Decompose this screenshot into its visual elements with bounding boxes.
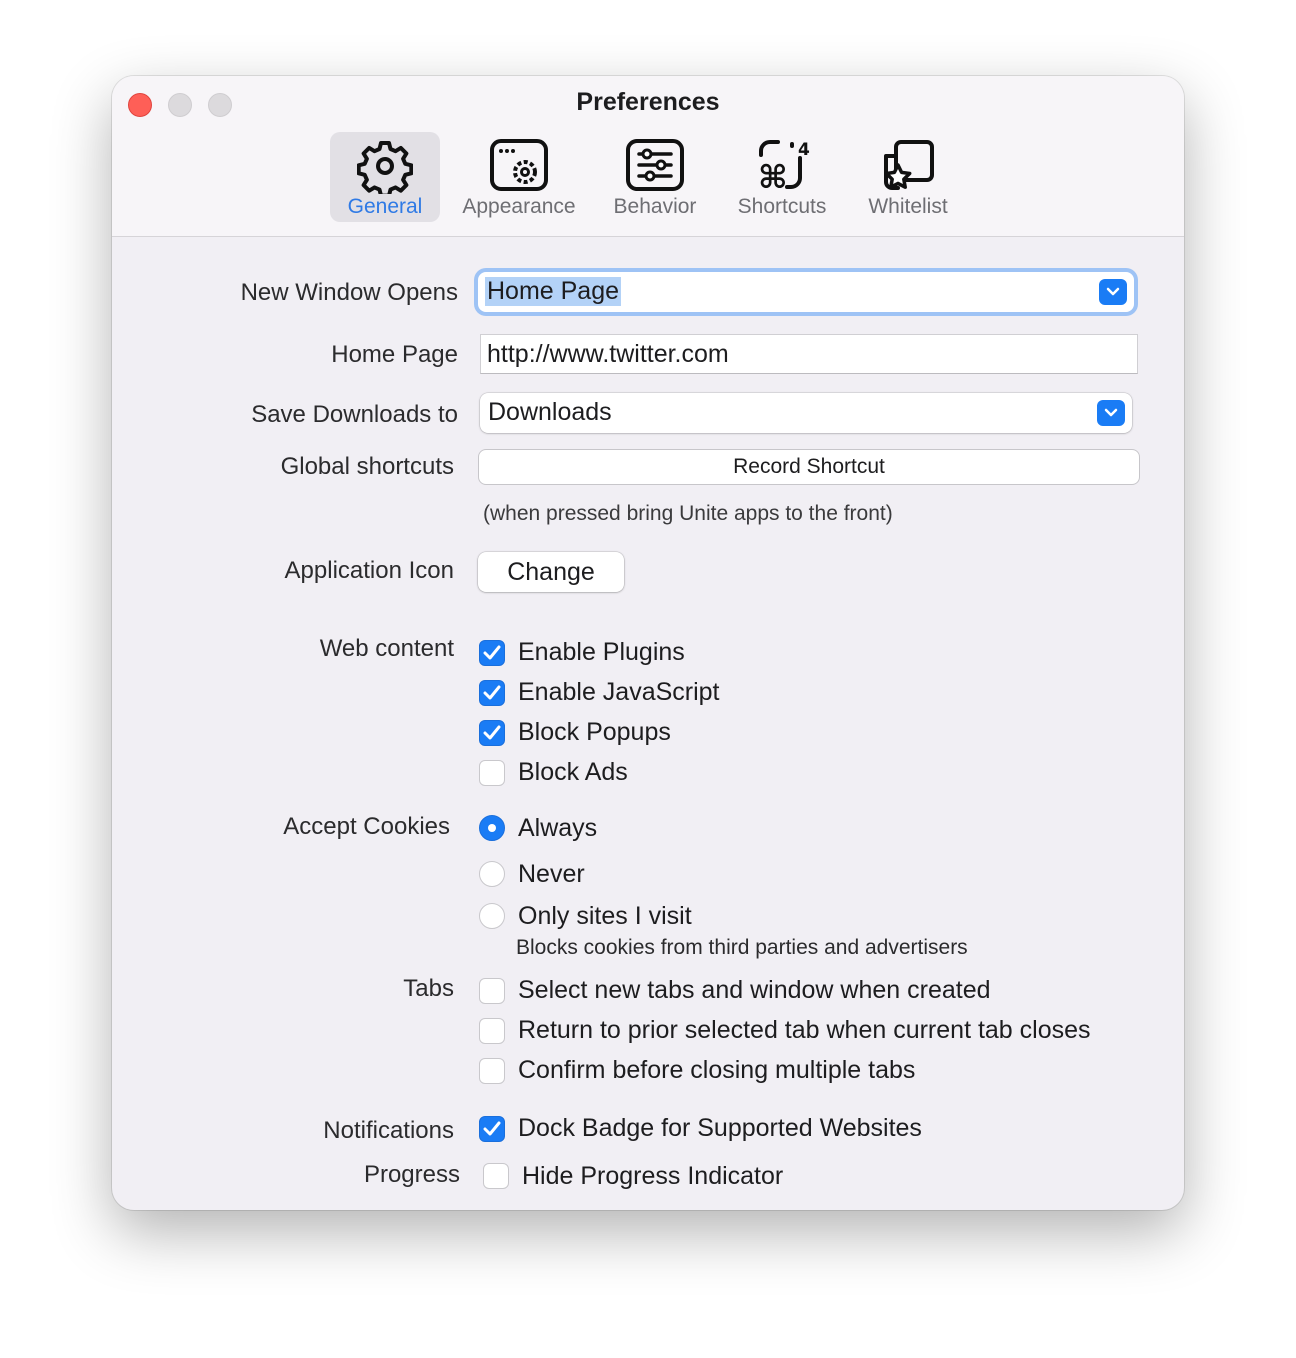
tab-general[interactable]: General [330,132,440,222]
home-page-field[interactable] [480,334,1138,374]
web-content-label: Web content [319,635,454,662]
block-ads-checkbox[interactable] [479,760,505,786]
select-new-tabs-label: Select new tabs and window when created [518,976,991,1004]
dock-badge-checkbox[interactable] [479,1116,505,1142]
chevron-down-icon [1097,400,1125,426]
tab-shortcuts[interactable]: 4 ⌘ Shortcuts [724,132,840,222]
cookies-note: Blocks cookies from third parties and ad… [516,936,968,959]
tab-shortcuts-label: Shortcuts [737,195,827,218]
title-bar: Preferences General Appearance Behavior … [112,76,1184,237]
command-key-icon: 4 ⌘ [758,140,810,194]
select-new-tabs-checkbox[interactable] [479,978,505,1004]
tabs-label: Tabs [403,975,454,1002]
home-page-label: Home Page [331,341,458,368]
return-prior-tab-label: Return to prior selected tab when curren… [518,1016,1091,1044]
svg-text:⌘: ⌘ [758,158,788,194]
confirm-closing-tabs-checkbox[interactable] [479,1058,505,1084]
progress-label: Progress [363,1161,460,1188]
return-prior-tab-checkbox[interactable] [479,1018,505,1044]
new-window-opens-value: Home Page [485,277,622,306]
window-title: Preferences [576,88,720,116]
confirm-closing-tabs-label: Confirm before closing multiple tabs [518,1056,916,1084]
tab-appearance[interactable]: Appearance [452,132,586,222]
save-downloads-popup[interactable]: Downloads [480,393,1132,433]
tab-behavior-label: Behavior [613,195,697,218]
accept-cookies-label: Accept Cookies [283,813,450,840]
enable-plugins-checkbox[interactable] [479,640,505,666]
hide-progress-label: Hide Progress Indicator [522,1162,784,1190]
tab-appearance-label: Appearance [462,195,576,218]
dock-badge-label: Dock Badge for Supported Websites [518,1114,922,1142]
enable-plugins-label: Enable Plugins [518,638,685,666]
save-downloads-value: Downloads [488,398,612,426]
star-window-icon [884,140,934,190]
hide-progress-checkbox[interactable] [483,1163,509,1189]
application-icon-label: Application Icon [284,557,454,584]
gear-icon [357,141,413,194]
tab-general-label: General [347,195,423,218]
enable-javascript-checkbox[interactable] [479,680,505,706]
chevron-down-icon [1099,279,1127,305]
cookies-only-sites-label: Only sites I visit [518,902,692,930]
block-ads-label: Block Ads [518,758,628,786]
sliders-icon [626,139,684,191]
record-shortcut-button[interactable]: Record Shortcut [478,449,1140,485]
save-downloads-label: Save Downloads to [251,401,458,428]
global-shortcuts-note: (when pressed bring Unite apps to the fr… [483,502,893,525]
tab-whitelist[interactable]: Whitelist [854,132,962,222]
preferences-window: Preferences General Appearance Behavior … [112,76,1184,1210]
cookies-never-label: Never [518,860,585,888]
appearance-icon [490,139,548,191]
block-popups-label: Block Popups [518,718,671,746]
new-window-opens-popup[interactable]: Home Page [478,272,1134,312]
tab-whitelist-label: Whitelist [868,195,948,218]
change-icon-button[interactable]: Change [478,552,624,592]
cookies-always-radio[interactable] [479,815,505,841]
enable-javascript-label: Enable JavaScript [518,678,720,706]
home-page-input[interactable] [481,335,1137,373]
cookies-never-radio[interactable] [479,861,505,887]
cookies-always-label: Always [518,814,598,842]
new-window-opens-label: New Window Opens [240,279,458,306]
cookies-only-sites-radio[interactable] [479,903,505,929]
notifications-label: Notifications [323,1117,454,1144]
block-popups-checkbox[interactable] [479,720,505,746]
global-shortcuts-label: Global shortcuts [280,453,454,480]
tab-behavior[interactable]: Behavior [602,132,708,222]
svg-text:4: 4 [798,140,810,160]
